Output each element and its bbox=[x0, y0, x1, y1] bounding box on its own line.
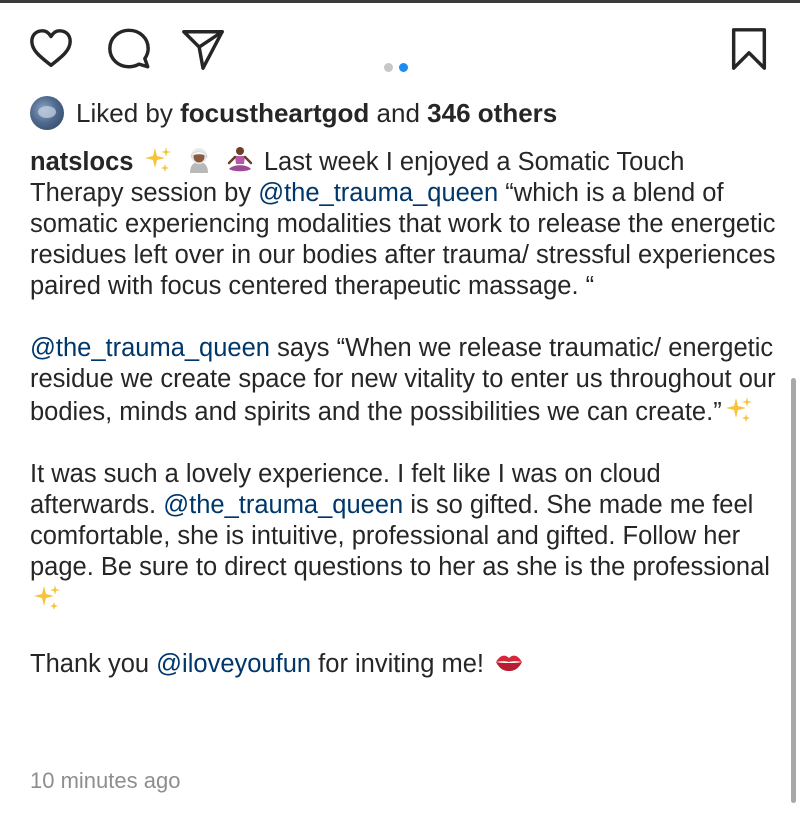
caption-username[interactable]: natslocs bbox=[30, 148, 133, 176]
scrollbar[interactable] bbox=[791, 378, 796, 803]
mention-link[interactable]: @iloveyoufun bbox=[156, 650, 311, 678]
likes-summary: Liked by focustheartgod and 346 others bbox=[30, 95, 557, 131]
liker-avatar[interactable] bbox=[30, 96, 64, 130]
caption-paragraph-1: natslocs Last week I enjoyed a Somatic T… bbox=[30, 145, 780, 302]
heart-icon[interactable] bbox=[28, 26, 74, 72]
caption-paragraph-4: Thank you @iloveyoufun for inviting me! bbox=[30, 647, 780, 680]
sparkles-emoji bbox=[724, 395, 754, 425]
carousel-indicator bbox=[384, 61, 408, 73]
caption-text: for inviting me! bbox=[318, 650, 484, 678]
post-action-bar bbox=[0, 20, 800, 80]
caption-paragraph-2: @the_trauma_queen says “When we release … bbox=[30, 333, 780, 428]
comment-bubble-icon[interactable] bbox=[106, 26, 152, 72]
post-timestamp: 10 minutes ago bbox=[30, 768, 181, 793]
caption-text: Thank you bbox=[30, 650, 150, 678]
mention-link[interactable]: @the_trauma_queen bbox=[30, 334, 270, 362]
carousel-dot-active bbox=[399, 62, 408, 72]
sparkles-emoji bbox=[32, 583, 62, 613]
mention-link[interactable]: @the_trauma_queen bbox=[258, 179, 498, 207]
kiss-mark-emoji bbox=[493, 647, 525, 677]
bookmark-icon[interactable] bbox=[726, 26, 772, 72]
sparkles-emoji bbox=[143, 145, 173, 175]
liked-by-username[interactable]: focustheartgod bbox=[180, 98, 369, 129]
person-in-lotus-position-emoji bbox=[225, 145, 255, 175]
mention-link[interactable]: @the_trauma_queen bbox=[163, 491, 403, 519]
paper-plane-icon[interactable] bbox=[180, 26, 226, 72]
white-haired-person-emoji bbox=[184, 145, 214, 175]
likes-others-count[interactable]: 346 others bbox=[427, 98, 557, 129]
carousel-dot bbox=[384, 62, 393, 72]
top-edge bbox=[0, 0, 800, 3]
caption-paragraph-3: It was such a lovely experience. I felt … bbox=[30, 459, 780, 616]
post-caption: natslocs Last week I enjoyed a Somatic T… bbox=[30, 145, 780, 680]
liked-by-prefix: Liked by bbox=[76, 97, 173, 128]
liked-and: and bbox=[376, 97, 420, 128]
